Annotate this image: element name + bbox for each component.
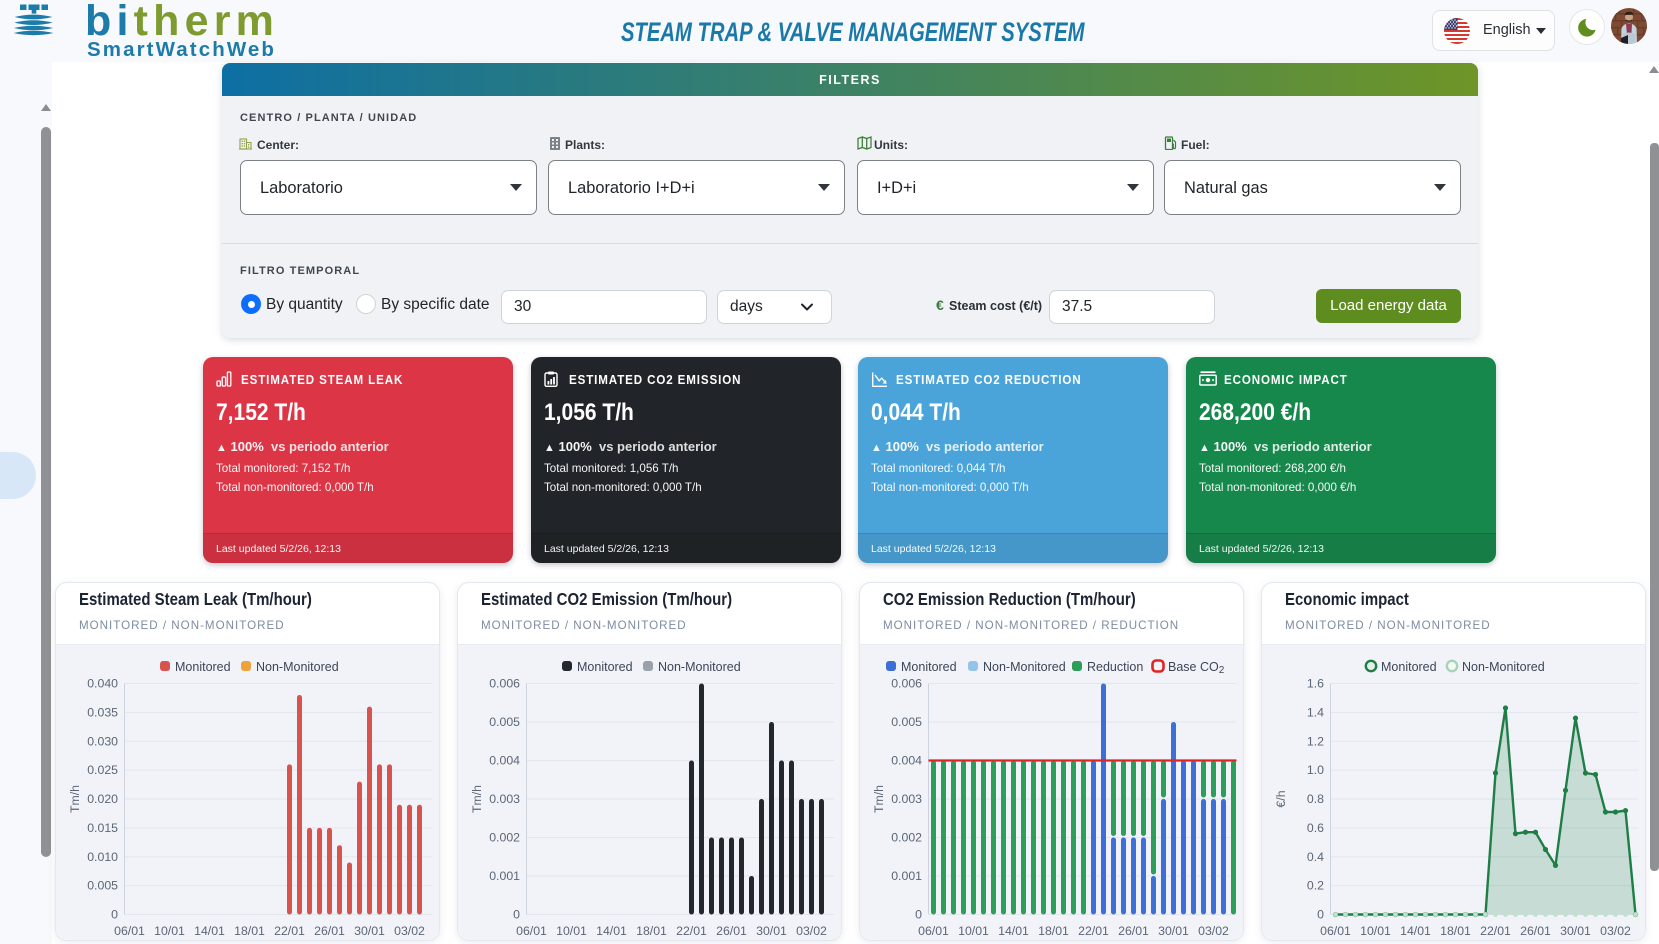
svg-text:Non-Monitored: Non-Monitored [1462,660,1545,674]
svg-text:26/01: 26/01 [1520,924,1551,938]
svg-text:0.015: 0.015 [87,821,118,835]
svg-text:0.2: 0.2 [1307,879,1324,893]
svg-text:0.002: 0.002 [891,831,922,845]
svg-text:26/01: 26/01 [1118,924,1149,938]
svg-text:10/01: 10/01 [154,924,185,938]
svg-text:0.002: 0.002 [489,831,520,845]
svg-text:1.6: 1.6 [1307,677,1324,691]
svg-text:0.8: 0.8 [1307,792,1324,806]
svg-text:0: 0 [513,908,520,922]
svg-text:0.4: 0.4 [1307,850,1324,864]
svg-text:03/02: 03/02 [394,924,425,938]
svg-text:0.005: 0.005 [891,715,922,729]
svg-text:0.035: 0.035 [87,705,118,719]
svg-text:0: 0 [111,908,118,922]
svg-text:0.006: 0.006 [489,677,520,691]
svg-text:0.010: 0.010 [87,850,118,864]
svg-text:18/01: 18/01 [1440,924,1471,938]
svg-text:0.040: 0.040 [87,677,118,691]
svg-text:Monitored: Monitored [1381,660,1437,674]
svg-text:0.001: 0.001 [489,869,520,883]
svg-text:03/02: 03/02 [796,924,827,938]
svg-text:0.003: 0.003 [489,792,520,806]
svg-text:1.0: 1.0 [1307,763,1324,777]
svg-text:22/01: 22/01 [274,924,305,938]
svg-text:Monitored: Monitored [577,660,633,674]
svg-text:0.001: 0.001 [891,869,922,883]
svg-text:0.004: 0.004 [489,754,520,768]
svg-text:10/01: 10/01 [556,924,587,938]
svg-text:26/01: 26/01 [716,924,747,938]
svg-text:30/01: 30/01 [354,924,385,938]
svg-text:18/01: 18/01 [636,924,667,938]
svg-text:0.004: 0.004 [891,754,922,768]
svg-text:Tm/h: Tm/h [872,785,886,813]
svg-text:22/01: 22/01 [1480,924,1511,938]
svg-text:Non-Monitored: Non-Monitored [983,660,1066,674]
svg-text:0.030: 0.030 [87,734,118,748]
svg-text:03/02: 03/02 [1600,924,1631,938]
svg-text:06/01: 06/01 [516,924,547,938]
svg-text:26/01: 26/01 [314,924,345,938]
svg-text:06/01: 06/01 [918,924,949,938]
svg-text:06/01: 06/01 [114,924,145,938]
svg-text:03/02: 03/02 [1198,924,1229,938]
svg-text:22/01: 22/01 [676,924,707,938]
svg-text:€/h: €/h [1274,790,1288,807]
svg-text:Tm/h: Tm/h [68,785,82,813]
svg-text:0.005: 0.005 [489,715,520,729]
svg-text:0: 0 [915,908,922,922]
svg-text:14/01: 14/01 [998,924,1029,938]
svg-text:10/01: 10/01 [1360,924,1391,938]
svg-text:14/01: 14/01 [596,924,627,938]
svg-text:0.003: 0.003 [891,792,922,806]
svg-text:Non-Monitored: Non-Monitored [658,660,741,674]
svg-text:30/01: 30/01 [756,924,787,938]
svg-text:10/01: 10/01 [958,924,989,938]
svg-text:0.005: 0.005 [87,879,118,893]
svg-text:Monitored: Monitored [175,660,231,674]
svg-text:1.2: 1.2 [1307,734,1324,748]
svg-text:Tm/h: Tm/h [470,785,484,813]
svg-text:Monitored: Monitored [901,660,957,674]
svg-text:1.4: 1.4 [1307,705,1324,719]
svg-text:30/01: 30/01 [1560,924,1591,938]
svg-text:14/01: 14/01 [1400,924,1431,938]
svg-text:0.020: 0.020 [87,792,118,806]
svg-text:06/01: 06/01 [1320,924,1351,938]
svg-text:30/01: 30/01 [1158,924,1189,938]
svg-text:14/01: 14/01 [194,924,225,938]
svg-text:18/01: 18/01 [234,924,265,938]
svg-text:Base CO2: Base CO2 [1168,660,1225,676]
svg-text:0.006: 0.006 [891,677,922,691]
svg-text:0.6: 0.6 [1307,821,1324,835]
svg-text:Non-Monitored: Non-Monitored [256,660,339,674]
svg-text:18/01: 18/01 [1038,924,1069,938]
svg-text:22/01: 22/01 [1078,924,1109,938]
svg-text:0.025: 0.025 [87,763,118,777]
svg-text:Reduction: Reduction [1087,660,1143,674]
svg-text:0: 0 [1317,908,1324,922]
